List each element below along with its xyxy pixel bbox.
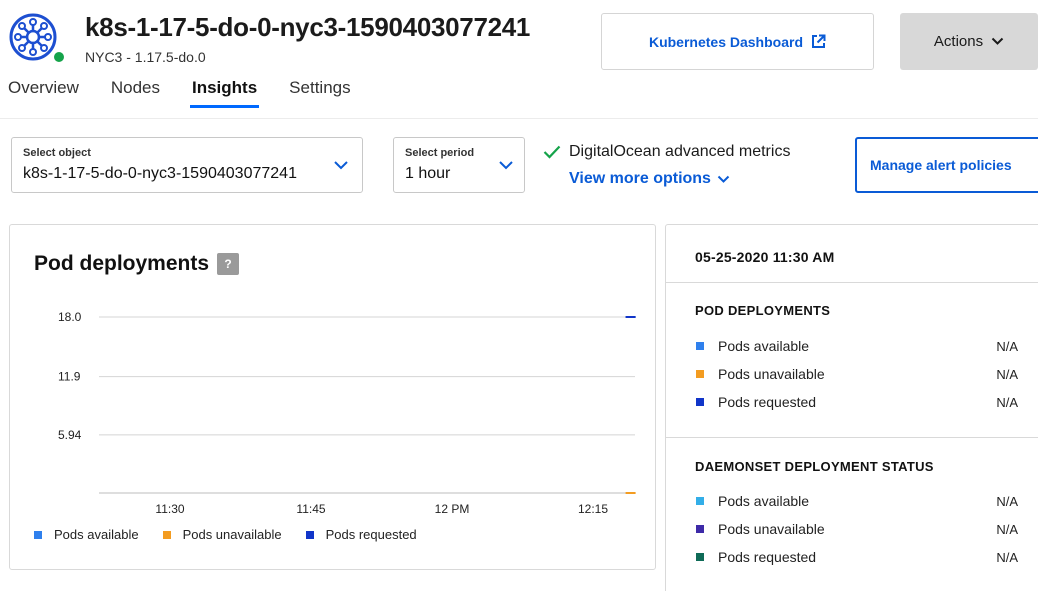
section-heading-daemonset-status: DAEMONSET DEPLOYMENT STATUS bbox=[695, 459, 934, 474]
tabs-divider bbox=[0, 118, 1038, 119]
legend-swatch bbox=[162, 530, 171, 539]
chevron-down-icon bbox=[499, 161, 513, 170]
row-value: N/A bbox=[996, 394, 1018, 410]
select-period-label: Select period bbox=[405, 147, 475, 159]
select-object-value: k8s-1-17-5-do-0-nyc3-1590403077241 bbox=[23, 165, 297, 182]
metrics-detail-panel: 05-25-2020 11:30 AM POD DEPLOYMENTS Pods… bbox=[665, 224, 1038, 591]
daemonset-row-requested: Pods requested N/A bbox=[696, 547, 1018, 567]
select-period-value: 1 hour bbox=[405, 165, 451, 182]
view-more-options-label: View more options bbox=[569, 170, 711, 187]
tab-settings[interactable]: Settings bbox=[289, 76, 350, 106]
manage-alert-policies-button[interactable]: Manage alert policies bbox=[855, 137, 1038, 193]
cluster-tabs: Overview Nodes Insights Settings bbox=[8, 76, 383, 108]
external-link-icon bbox=[812, 34, 826, 48]
pod-deployments-chart: 18.0 11.9 5.94 11:30 11:45 12 PM 12:15 bbox=[58, 310, 636, 516]
pod-deployments-row-available: Pods available N/A bbox=[696, 336, 1018, 356]
cluster-title: k8s-1-17-5-do-0-nyc3-1590403077241 bbox=[85, 12, 531, 42]
legend-swatch bbox=[696, 525, 704, 533]
checkmark-icon bbox=[543, 145, 561, 159]
legend-swatch bbox=[696, 398, 704, 406]
select-object-label: Select object bbox=[23, 147, 91, 159]
x-tick-label: 12 PM bbox=[435, 502, 470, 516]
row-value: N/A bbox=[996, 493, 1018, 509]
row-label: Pods requested bbox=[718, 394, 817, 410]
row-value: N/A bbox=[996, 338, 1018, 354]
status-indicator bbox=[52, 50, 66, 64]
legend-item: Pods requested bbox=[305, 527, 417, 542]
y-tick-label: 5.94 bbox=[58, 428, 82, 442]
tab-overview[interactable]: Overview bbox=[8, 76, 79, 106]
legend-swatch bbox=[34, 530, 42, 539]
select-object-dropdown[interactable]: Select object k8s-1-17-5-do-0-nyc3-15904… bbox=[11, 137, 363, 193]
chevron-down-icon bbox=[334, 161, 348, 170]
section-heading-pod-deployments: POD DEPLOYMENTS bbox=[695, 303, 831, 318]
legend-item: Pods available bbox=[34, 527, 139, 542]
chevron-down-icon bbox=[717, 175, 730, 183]
kubernetes-dashboard-button[interactable]: Kubernetes Dashboard bbox=[601, 13, 874, 70]
advanced-metrics-text: DigitalOcean advanced metrics bbox=[569, 143, 791, 160]
row-value: N/A bbox=[996, 549, 1018, 565]
row-label: Pods available bbox=[718, 493, 810, 509]
legend-swatch bbox=[696, 553, 704, 561]
divider bbox=[666, 282, 1038, 283]
legend-label: Pods unavailable bbox=[182, 527, 282, 542]
x-tick-label: 12:15 bbox=[578, 502, 608, 516]
daemonset-row-available: Pods available N/A bbox=[696, 491, 1018, 511]
select-period-dropdown[interactable]: Select period 1 hour bbox=[393, 137, 525, 193]
legend-swatch bbox=[696, 497, 704, 505]
tab-insights[interactable]: Insights bbox=[189, 76, 260, 108]
view-more-options-link[interactable]: View more options bbox=[569, 170, 730, 188]
legend-swatch bbox=[696, 370, 704, 378]
x-tick-label: 11:30 bbox=[155, 502, 184, 516]
kubernetes-icon bbox=[9, 13, 57, 61]
chevron-down-icon bbox=[991, 37, 1004, 45]
legend-swatch bbox=[305, 530, 314, 539]
tab-nodes[interactable]: Nodes bbox=[111, 76, 160, 106]
row-value: N/A bbox=[996, 366, 1018, 382]
legend-label: Pods available bbox=[54, 527, 139, 542]
legend-swatch bbox=[696, 342, 704, 350]
row-label: Pods unavailable bbox=[718, 521, 825, 537]
actions-button[interactable]: Actions bbox=[900, 13, 1038, 70]
divider bbox=[666, 437, 1038, 438]
row-label: Pods unavailable bbox=[718, 366, 825, 382]
pod-deployments-row-requested: Pods requested N/A bbox=[696, 392, 1018, 412]
cluster-subtitle: NYC3 - 1.17.5-do.0 bbox=[85, 49, 206, 65]
row-label: Pods available bbox=[718, 338, 810, 354]
chart-legend: Pods available Pods unavailable Pods reque… bbox=[34, 527, 417, 542]
legend-item: Pods unavailable bbox=[162, 527, 282, 542]
row-value: N/A bbox=[996, 521, 1018, 537]
pod-deployments-chart-card: Pod deployments ? 18.0 11.9 5.94 11:30 11:45… bbox=[9, 224, 656, 570]
pod-deployments-row-unavailable: Pods unavailable N/A bbox=[696, 364, 1018, 384]
x-tick-label: 11:45 bbox=[296, 502, 325, 516]
y-tick-label: 18.0 bbox=[58, 310, 82, 324]
advanced-metrics-status: DigitalOcean advanced metrics bbox=[543, 143, 790, 161]
row-label: Pods requested bbox=[718, 549, 817, 565]
legend-label: Pods requested bbox=[325, 527, 417, 542]
detail-timestamp: 05-25-2020 11:30 AM bbox=[695, 249, 835, 265]
y-tick-label: 11.9 bbox=[58, 370, 81, 384]
daemonset-row-unavailable: Pods unavailable N/A bbox=[696, 519, 1018, 539]
kubernetes-dashboard-label: Kubernetes Dashboard bbox=[648, 33, 804, 50]
actions-label: Actions bbox=[933, 33, 984, 50]
